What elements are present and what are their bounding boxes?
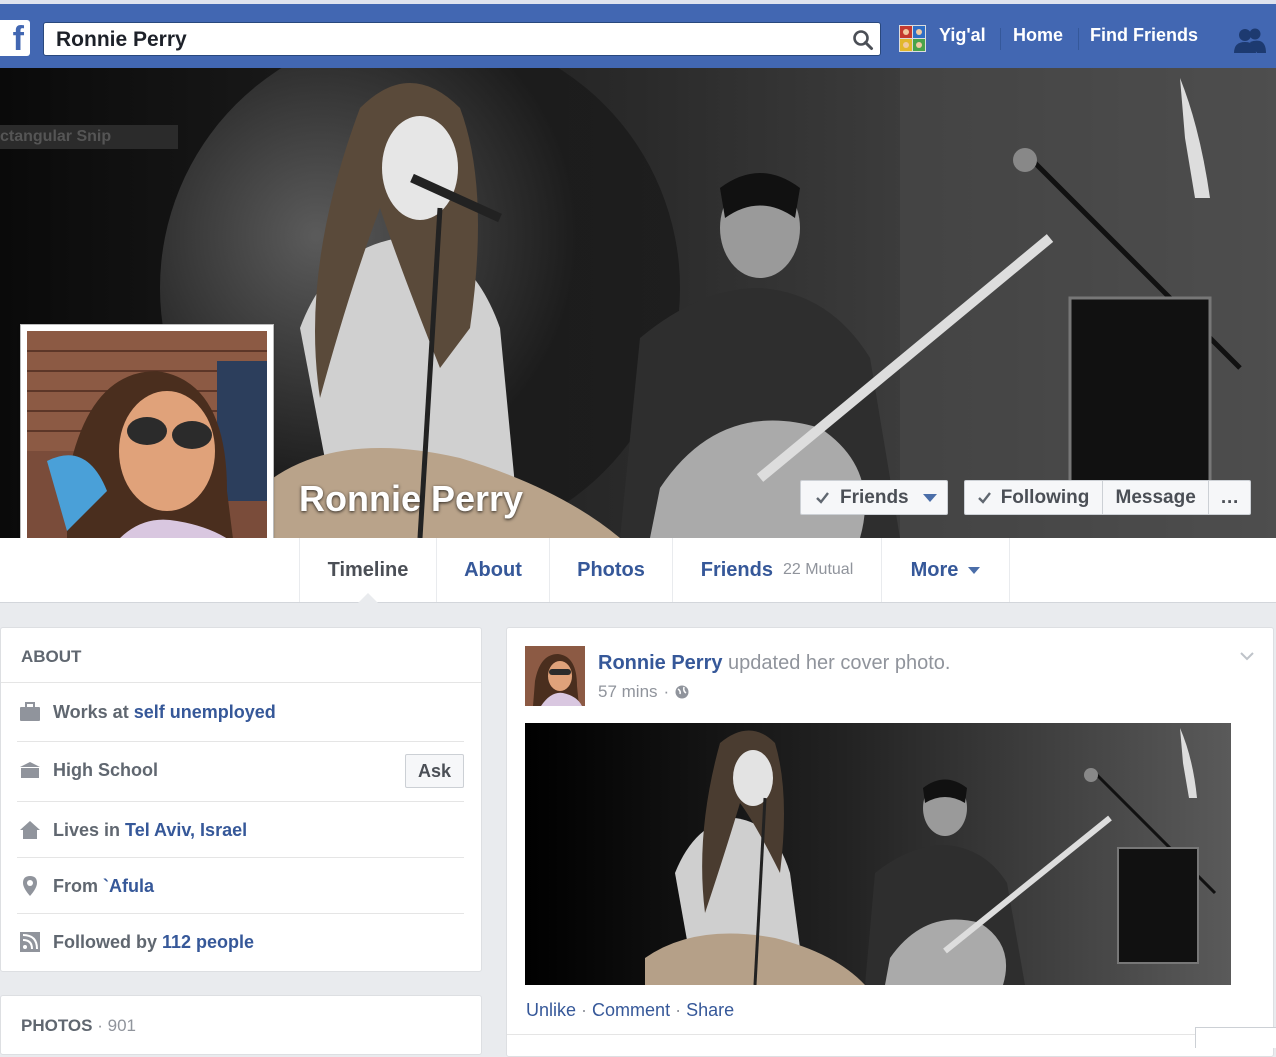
post-timestamp[interactable]: 57 mins (598, 682, 658, 702)
school-icon (19, 759, 41, 781)
search-icon[interactable] (852, 29, 874, 51)
nav-find-friends[interactable]: Find Friends (1090, 25, 1198, 46)
facebook-logo[interactable]: f (0, 20, 30, 58)
ask-button[interactable]: Ask (405, 754, 464, 788)
top-navigation-bar: f Yig'al Home Find Friends (0, 4, 1276, 69)
about-lives-link[interactable]: Tel Aviv, Israel (125, 820, 247, 841)
search-box (43, 22, 881, 56)
tab-timeline[interactable]: Timeline (299, 538, 437, 603)
tab-friends-label: Friends (700, 558, 773, 581)
message-button-label: Message (1115, 486, 1196, 508)
mutual-friends-count: 22 Mutual (782, 561, 854, 578)
check-icon (816, 492, 829, 504)
post-actions: Unlike · Comment · Share (526, 1000, 735, 1020)
more-options-icon: … (1220, 486, 1240, 508)
about-card: ABOUT Works at self unemployed High Scho… (0, 627, 482, 972)
tab-friends[interactable]: Friends 22 Mutual (673, 538, 882, 602)
location-pin-icon (19, 875, 41, 897)
unlike-link[interactable]: Unlike (526, 1000, 576, 1020)
tab-about-label: About (464, 558, 522, 581)
about-followers-link[interactable]: 112 people (162, 932, 254, 953)
post-action-text: updated her cover photo. (728, 652, 951, 674)
tab-more[interactable]: More (882, 538, 1010, 602)
about-work-link[interactable]: self unemployed (134, 702, 276, 723)
profile-header-strip (0, 538, 299, 603)
about-lives-prefix: Lives in (53, 819, 121, 840)
photos-card: PHOTOS · 901 (0, 995, 482, 1055)
tab-about[interactable]: About (437, 538, 550, 602)
nav-home[interactable]: Home (1013, 25, 1063, 46)
globe-icon[interactable] (675, 685, 689, 699)
comment-link[interactable]: Comment (592, 1000, 670, 1020)
post-meta: 57 mins · (598, 682, 689, 702)
tab-more-label: More (910, 558, 959, 581)
about-school-text: High School (53, 759, 158, 780)
more-options-button[interactable]: … (1209, 481, 1250, 514)
chat-sidebar-edge[interactable] (1195, 1027, 1276, 1048)
about-work-prefix: Works at (53, 701, 129, 722)
about-heading: ABOUT (21, 647, 82, 666)
message-button[interactable]: Message (1103, 481, 1210, 514)
check-icon (977, 491, 991, 504)
home-icon (19, 819, 41, 841)
about-from-row: From `Afula (17, 857, 464, 914)
profile-name[interactable]: Ronnie Perry (299, 478, 523, 520)
profile-picture[interactable] (27, 331, 267, 571)
follow-message-group: Following Message … (964, 480, 1251, 515)
following-button[interactable]: Following (965, 481, 1104, 514)
caret-down-icon (923, 494, 937, 502)
tab-photos-label: Photos (577, 558, 645, 581)
post-card: Ronnie Perry updated her cover photo. 57… (506, 627, 1274, 1057)
post-author-name[interactable]: Ronnie Perry (598, 652, 722, 674)
tab-timeline-label: Timeline (327, 558, 409, 581)
briefcase-icon (19, 701, 41, 723)
share-link[interactable]: Share (686, 1000, 734, 1020)
following-button-label: Following (1000, 486, 1090, 508)
nav-divider (1000, 28, 1001, 50)
about-heading-divider (1, 682, 481, 683)
caret-down-icon (968, 566, 981, 574)
friends-button[interactable]: Friends (800, 480, 948, 515)
post-photo[interactable] (525, 723, 1231, 985)
search-input[interactable] (54, 26, 848, 54)
chevron-down-icon[interactable] (1239, 650, 1255, 662)
about-from-prefix: From (53, 875, 98, 896)
about-lives-row: Lives in Tel Aviv, Israel (17, 801, 464, 858)
facebook-logo-letter: f (12, 20, 24, 58)
nav-user-name[interactable]: Yig'al (939, 25, 986, 46)
tab-photos[interactable]: Photos (550, 538, 673, 602)
about-work-row: Works at self unemployed (17, 684, 464, 740)
post-headline: Ronnie Perry updated her cover photo. (598, 652, 950, 675)
post-author-avatar[interactable] (525, 646, 585, 706)
about-followers-row: Followed by 112 people (17, 913, 464, 970)
snip-tool-label: ctangular Snip (0, 125, 178, 149)
friends-button-label: Friends (840, 487, 909, 508)
photos-count: 901 (107, 1016, 136, 1035)
friend-requests-icon[interactable] (1233, 26, 1267, 54)
about-followers-prefix: Followed by (53, 931, 158, 952)
profile-tab-bar: Timeline About Photos Friends 22 Mutual … (299, 538, 1276, 603)
rss-feed-icon (19, 931, 41, 953)
photos-heading-label[interactable]: PHOTOS (21, 1016, 92, 1035)
user-avatar[interactable] (899, 25, 926, 52)
post-divider (507, 1034, 1273, 1035)
about-school-row: High School Ask (17, 741, 464, 798)
nav-divider (1078, 28, 1079, 50)
about-from-link[interactable]: `Afula (103, 876, 154, 897)
photos-heading: PHOTOS · 901 (21, 1016, 136, 1035)
active-tab-pointer (358, 593, 378, 603)
